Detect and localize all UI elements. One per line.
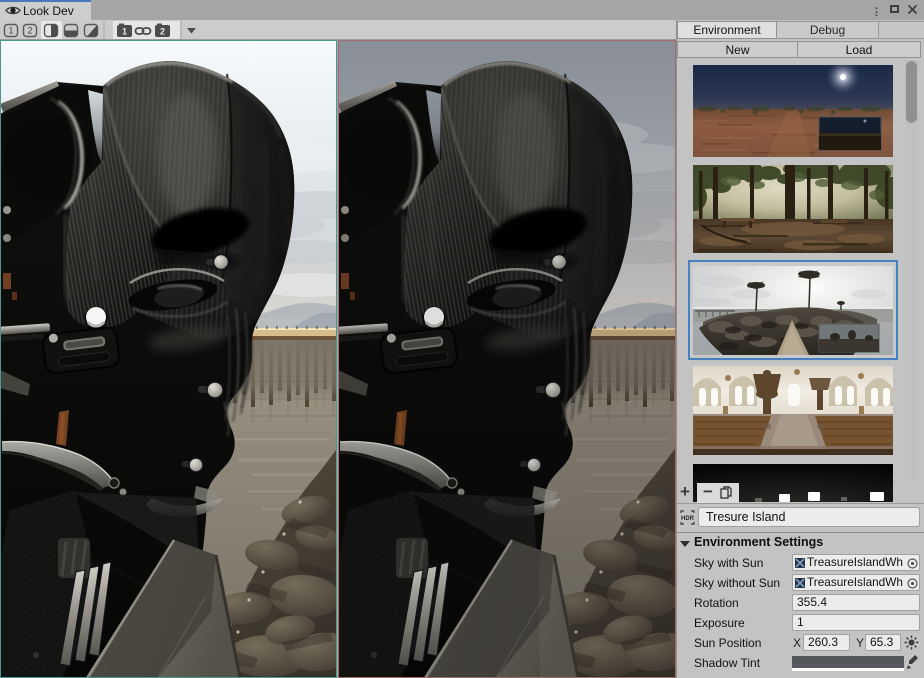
svg-text:2: 2 — [27, 26, 32, 36]
svg-text:1: 1 — [122, 27, 127, 37]
svg-text:2: 2 — [160, 27, 165, 37]
svg-text:1: 1 — [8, 26, 13, 36]
svg-text:HDR: HDR — [681, 516, 695, 522]
